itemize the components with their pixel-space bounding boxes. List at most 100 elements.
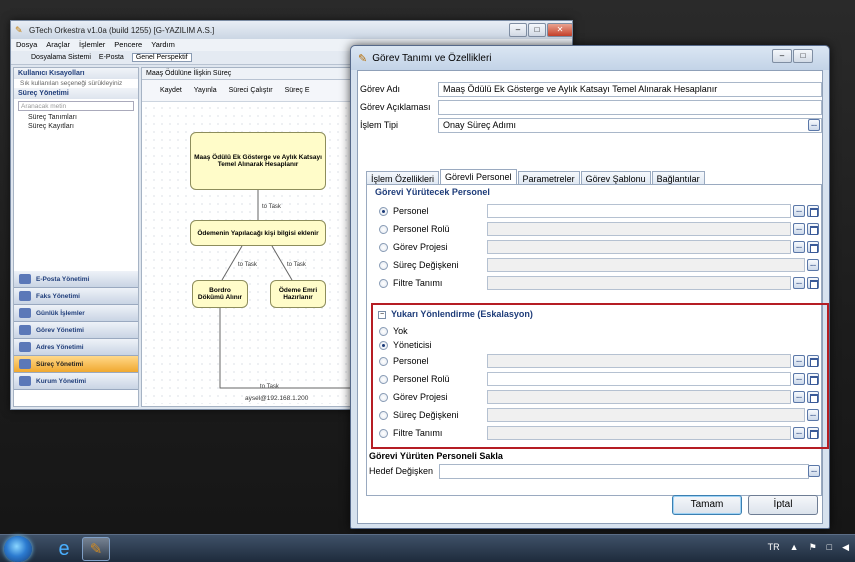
executor-proje-browse-button[interactable]: ...: [793, 241, 805, 253]
executor-personel-list-icon[interactable]: [807, 205, 819, 217]
tree-item[interactable]: Süreç Tanımları: [14, 113, 138, 122]
collapse-icon[interactable]: −: [378, 311, 386, 319]
nav-gunluk[interactable]: Günlük İşlemler: [14, 305, 138, 322]
flag-icon[interactable]: ⚑: [809, 542, 817, 553]
nav-kurum[interactable]: Kurum Yönetimi: [14, 373, 138, 390]
run-process-button[interactable]: Süreci Çalıştır: [229, 87, 273, 94]
close-button[interactable]: ✕: [547, 23, 573, 37]
left-search-input[interactable]: Aranacak metin: [18, 101, 134, 111]
executor-filtre-browse-button[interactable]: ...: [793, 277, 805, 289]
radio-icon[interactable]: [379, 242, 388, 252]
background-titlebar: ✎ GTech Orkestra v1.0a (build 1255) [G-Y…: [11, 21, 572, 39]
executor-filtre-list-icon[interactable]: [807, 277, 819, 289]
islem-tipi-input[interactable]: Onay Süreç Adımı: [438, 117, 822, 133]
editor-tab[interactable]: Maaş Ödülüne İlişkin Süreç: [142, 68, 360, 80]
escalation-personel-browse-button[interactable]: ...: [793, 355, 805, 367]
volume-icon[interactable]: ◀: [842, 542, 849, 553]
radio-icon[interactable]: [379, 374, 388, 384]
minimize-button[interactable]: –: [509, 23, 527, 37]
toolbar-eposta[interactable]: E-Posta: [99, 54, 124, 61]
process-extra-button[interactable]: Süreç E: [285, 87, 310, 94]
radio-icon[interactable]: [379, 206, 388, 216]
tray-arrow-icon[interactable]: ▲: [790, 542, 799, 553]
executor-option-surec-degiskeni[interactable]: Süreç Değişkeni: [379, 257, 459, 273]
option-label: Personel: [393, 206, 429, 216]
toolbar-dosyalama[interactable]: Dosyalama Sistemi: [31, 54, 91, 61]
executor-personel-browse-button[interactable]: ...: [793, 205, 805, 217]
escalation-option-personel[interactable]: Personel: [379, 353, 429, 369]
dialog-titlebar: ✎ Görev Tanımı ve Özellikleri: [351, 46, 829, 70]
escalation-proje-field: [487, 390, 791, 404]
escalation-option-surec-degiskeni[interactable]: Süreç Değişkeni: [379, 407, 459, 423]
network-icon[interactable]: □: [827, 542, 832, 553]
radio-icon[interactable]: [379, 224, 388, 234]
radio-icon[interactable]: [379, 356, 388, 366]
radio-icon[interactable]: [379, 392, 388, 402]
islem-tipi-browse-button[interactable]: ...: [808, 119, 820, 131]
hedef-degisken-input[interactable]: [439, 463, 809, 479]
escalation-option-personel-rolu[interactable]: Personel Rolü: [379, 371, 450, 387]
escalation-proje-list-icon[interactable]: [807, 391, 819, 403]
executor-option-gorev-projesi[interactable]: Görev Projesi: [379, 239, 448, 255]
escalation-section: − Yukarı Yönlendirme (Eskalasyon) Yok Yö…: [371, 303, 829, 449]
process-canvas[interactable]: Maaş Ödülü Ek Gösterge ve Aylık Katsayı …: [142, 104, 360, 404]
escalation-option-yoneticisi[interactable]: Yöneticisi: [379, 337, 432, 353]
system-tray: TR ▲ ⚑ □ ◀: [758, 542, 849, 553]
menu-yardim[interactable]: Yardım: [151, 39, 175, 51]
executor-personel-field[interactable]: [487, 204, 791, 218]
dialog-minimize-button[interactable]: –: [772, 49, 792, 63]
escalation-rol-list-icon[interactable]: [807, 373, 819, 385]
executor-degisken-browse-button[interactable]: ...: [807, 259, 819, 271]
hedef-degisken-browse-button[interactable]: ...: [808, 465, 820, 477]
toolbar-genel-perspektif[interactable]: Genel Perspektif: [131, 53, 192, 62]
gorev-adi-input[interactable]: Maaş Ödülü Ek Gösterge ve Aylık Katsayı …: [438, 81, 822, 97]
escalation-proje-browse-button[interactable]: ...: [793, 391, 805, 403]
executor-option-personel[interactable]: Personel: [379, 203, 429, 219]
section-surec-yonetimi[interactable]: Süreç Yönetimi: [14, 88, 138, 99]
menu-pencere[interactable]: Pencere: [114, 39, 142, 51]
ok-button[interactable]: Tamam: [672, 495, 742, 515]
radio-icon[interactable]: [379, 326, 388, 336]
internet-explorer-icon[interactable]: e: [50, 537, 78, 561]
nav-faks[interactable]: Faks Yönetimi: [14, 288, 138, 305]
menu-dosya[interactable]: Dosya: [16, 39, 37, 51]
escalation-filtre-browse-button[interactable]: ...: [793, 427, 805, 439]
orkestra-taskbar-icon[interactable]: ✎: [82, 537, 110, 561]
menu-araclar[interactable]: Araçlar: [46, 39, 70, 51]
escalation-rol-field[interactable]: [487, 372, 791, 386]
escalation-degisken-browse-button[interactable]: ...: [807, 409, 819, 421]
radio-icon[interactable]: [379, 428, 388, 438]
menu-islemler[interactable]: İşlemler: [79, 39, 105, 51]
escalation-personel-field: [487, 354, 791, 368]
escalation-option-gorev-projesi[interactable]: Görev Projesi: [379, 389, 448, 405]
radio-icon[interactable]: [379, 340, 388, 350]
start-button[interactable]: [4, 536, 32, 562]
escalation-option-filtre-tanimi[interactable]: Filtre Tanımı: [379, 425, 442, 441]
task-definition-dialog[interactable]: ✎ Görev Tanımı ve Özellikleri – □ Görev …: [350, 45, 830, 529]
save-button[interactable]: Kaydet: [160, 87, 182, 94]
escalation-rol-browse-button[interactable]: ...: [793, 373, 805, 385]
executor-rol-browse-button[interactable]: ...: [793, 223, 805, 235]
tree-item[interactable]: Süreç Kayıtları: [14, 122, 138, 131]
gorev-aciklamasi-input[interactable]: [438, 99, 822, 115]
cancel-button[interactable]: İptal: [748, 495, 818, 515]
escalation-filtre-list-icon[interactable]: [807, 427, 819, 439]
radio-icon[interactable]: [379, 260, 388, 270]
section-kullanici-kisayollari[interactable]: Kullanıcı Kısayolları: [14, 68, 138, 79]
language-indicator[interactable]: TR: [768, 542, 780, 553]
nav-eposta[interactable]: E-Posta Yönetimi: [14, 271, 138, 288]
executor-option-filtre-tanimi[interactable]: Filtre Tanımı: [379, 275, 442, 291]
radio-icon[interactable]: [379, 410, 388, 420]
nav-surec[interactable]: Süreç Yönetimi: [14, 356, 138, 373]
edge-lines: [219, 190, 360, 389]
radio-icon[interactable]: [379, 278, 388, 288]
executor-rol-list-icon[interactable]: [807, 223, 819, 235]
executor-option-personel-rolu[interactable]: Personel Rolü: [379, 221, 450, 237]
maximize-button[interactable]: □: [528, 23, 546, 37]
executor-proje-list-icon[interactable]: [807, 241, 819, 253]
nav-gorev[interactable]: Görev Yönetimi: [14, 322, 138, 339]
escalation-personel-list-icon[interactable]: [807, 355, 819, 367]
nav-adres[interactable]: Adres Yönetimi: [14, 339, 138, 356]
dialog-maximize-button[interactable]: □: [793, 49, 813, 63]
publish-button[interactable]: Yayınla: [194, 87, 217, 94]
